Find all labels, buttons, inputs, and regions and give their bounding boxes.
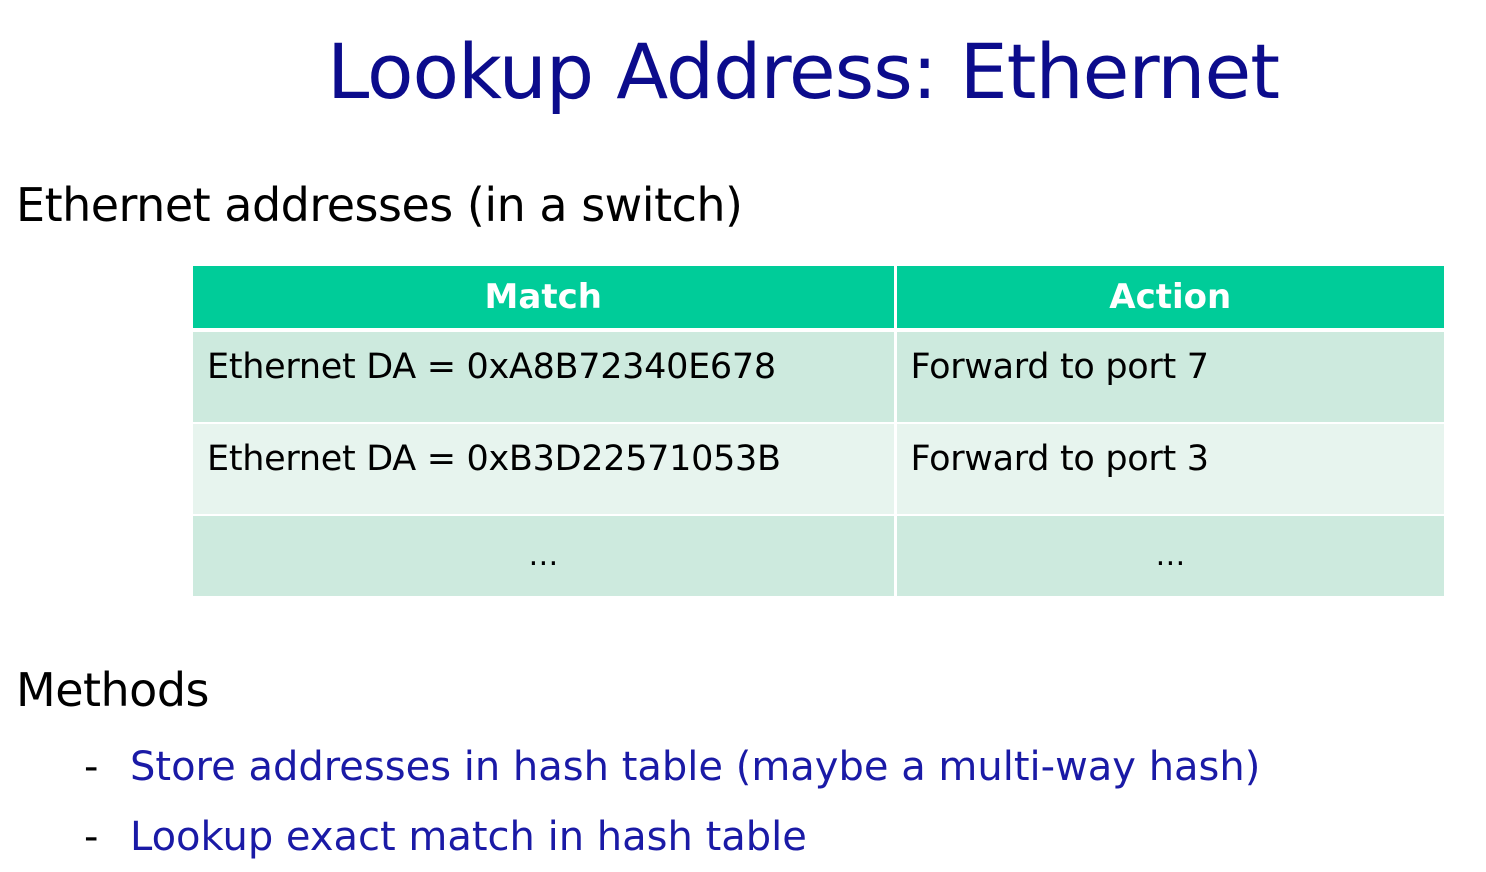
table-header-row: Match Action: [193, 266, 1444, 332]
match-cell: Ethernet DA = 0xA8B72340E678: [193, 330, 897, 424]
slide-title: Lookup Address: Ethernet: [326, 27, 1280, 116]
match-cell-ellipsis: …: [193, 515, 897, 598]
table-row: … …: [193, 515, 1444, 598]
column-header-action: Action: [895, 266, 1444, 332]
action-cell: Forward to port 3: [895, 423, 1444, 516]
match-action-table: Match Action Ethernet DA = 0xA8B72340E67…: [193, 266, 1444, 598]
action-cell: Forward to port 7: [895, 330, 1444, 424]
bullet-dash: -: [84, 744, 99, 790]
table-row: Ethernet DA = 0xA8B72340E678 Forward to …: [193, 330, 1444, 424]
list-item-text: Lookup exact match in hash table: [130, 814, 807, 860]
section-heading-methods: Methods: [16, 663, 210, 717]
table-row: Ethernet DA = 0xB3D22571053B Forward to …: [193, 423, 1444, 516]
methods-list: - Store addresses in hash table (maybe a …: [84, 732, 1260, 872]
column-header-match: Match: [193, 266, 897, 332]
list-item: - Store addresses in hash table (maybe a …: [84, 732, 1260, 802]
bullet-dash: -: [84, 814, 99, 860]
match-cell: Ethernet DA = 0xB3D22571053B: [193, 423, 897, 516]
list-item-text: Store addresses in hash table (maybe a m…: [130, 744, 1261, 790]
action-cell-ellipsis: …: [895, 515, 1444, 598]
section-heading-ethernet-addresses: Ethernet addresses (in a switch): [16, 178, 743, 232]
list-item: - Lookup exact match in hash table: [84, 802, 1260, 872]
